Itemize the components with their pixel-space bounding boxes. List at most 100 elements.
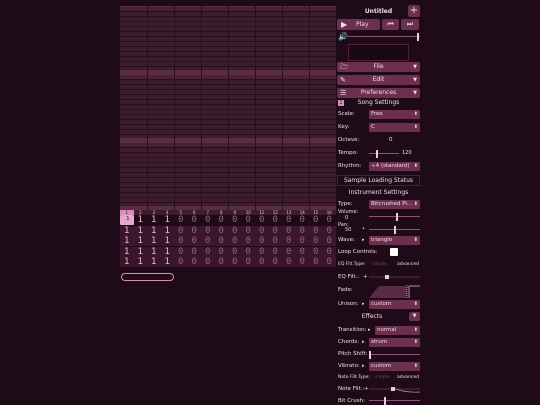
channel-row[interactable]: 1111000000000000 [120, 215, 336, 225]
pattern-cell[interactable]: 1 [147, 236, 161, 246]
loop-controls-checkbox[interactable] [390, 248, 398, 256]
pattern-cell[interactable]: 0 [323, 226, 337, 236]
edit-menu[interactable]: ✎ Edit ▼ [337, 75, 420, 85]
pattern-cell[interactable]: 1 [161, 226, 175, 236]
pattern-cell[interactable]: 0 [323, 236, 337, 246]
pattern-cell[interactable]: 1 [134, 257, 148, 267]
pattern-cell[interactable]: 0 [242, 257, 256, 267]
vibrato-select[interactable]: custom ⬍ [369, 362, 420, 371]
pattern-cell[interactable]: 0 [201, 226, 215, 236]
pattern-cell[interactable]: 1 [134, 236, 148, 246]
pattern-cell[interactable]: 0 [269, 247, 283, 257]
pattern-cell[interactable]: 0 [282, 226, 296, 236]
pattern-cell[interactable]: 0 [201, 215, 215, 225]
pattern-cell[interactable]: 0 [228, 226, 242, 236]
pattern-cell[interactable]: 0 [309, 257, 323, 267]
rhythm-select[interactable]: ÷4 (standard) ⬍ [369, 162, 420, 171]
pattern-cell[interactable]: 1 [134, 215, 148, 225]
pattern-cell[interactable]: 0 [188, 215, 202, 225]
pattern-cell[interactable]: 0 [323, 215, 337, 225]
pattern-cell[interactable]: 0 [282, 236, 296, 246]
unison-select[interactable]: custom ⬍ [369, 300, 420, 309]
pattern-cell[interactable]: 1 [120, 215, 134, 225]
note-filter-graph[interactable] [369, 385, 420, 394]
instrument-type-select[interactable]: Bitcrushed Pi... ⬍ [369, 200, 420, 209]
pattern-cell[interactable]: 0 [188, 257, 202, 267]
pattern-cell[interactable]: 0 [309, 215, 323, 225]
pattern-cell[interactable]: 1 [147, 257, 161, 267]
channel-row[interactable]: 1111000000000000 [120, 225, 337, 236]
song-text-box[interactable] [348, 44, 409, 61]
add-song-button[interactable]: + [408, 5, 420, 17]
pattern-cell[interactable]: 1 [134, 247, 148, 257]
pattern-cell[interactable]: 0 [323, 247, 337, 257]
channel-row[interactable]: 1111000000000000 [120, 257, 336, 267]
pattern-cell[interactable]: 0 [215, 247, 229, 257]
pattern-cell[interactable]: 0 [201, 247, 215, 257]
effects-dropdown-button[interactable]: ▼ [409, 312, 420, 321]
slider-thumb[interactable] [393, 226, 396, 234]
pattern-cell[interactable]: 1 [134, 226, 148, 236]
pattern-cell[interactable]: 1 [120, 257, 134, 267]
pattern-cell[interactable]: 0 [255, 215, 269, 225]
pattern-cell[interactable]: 0 [215, 257, 229, 267]
pattern-cell[interactable]: 0 [242, 236, 256, 246]
pattern-cell[interactable]: 0 [255, 247, 269, 257]
pattern-cell[interactable]: 0 [282, 247, 296, 257]
pattern-cell[interactable]: 0 [228, 215, 242, 225]
pattern-cell[interactable]: 1 [161, 236, 175, 246]
pattern-cell[interactable]: 1 [161, 247, 175, 257]
note-advanced-option[interactable]: advanced [397, 374, 419, 382]
pattern-cell[interactable]: 1 [161, 215, 175, 225]
pattern-cell[interactable]: 0 [228, 247, 242, 257]
pattern-cell[interactable]: 0 [269, 215, 283, 225]
preferences-menu[interactable]: ☰ Preferences ▼ [337, 88, 420, 98]
pattern-cell[interactable]: 0 [242, 215, 256, 225]
next-bar-button[interactable]: ⏭ [401, 19, 419, 30]
eq-filter-graph[interactable] [369, 272, 420, 282]
transition-select[interactable]: normal ⬍ [375, 326, 420, 335]
pattern-scrollbar[interactable] [121, 273, 174, 281]
pattern-cell[interactable]: 0 [282, 257, 296, 267]
pattern-cell[interactable]: 0 [201, 236, 215, 246]
volume-slider[interactable] [369, 212, 420, 221]
pattern-cell[interactable]: 0 [269, 257, 283, 267]
chords-select[interactable]: strum ⬍ [369, 338, 420, 347]
slider-thumb[interactable] [383, 397, 386, 405]
bit-crush-slider[interactable] [369, 396, 420, 405]
pattern-cell[interactable]: 0 [174, 236, 188, 246]
pattern-cell[interactable]: 1 [147, 247, 161, 257]
pattern-cell[interactable]: 0 [174, 226, 188, 236]
pattern-cell[interactable]: 0 [255, 226, 269, 236]
pan-slider[interactable] [369, 225, 420, 234]
pattern-cell[interactable]: 0 [296, 215, 310, 225]
file-menu[interactable]: 🗁 File ▼ [337, 62, 420, 72]
eq-add-button[interactable]: + [363, 273, 368, 281]
pattern-cell[interactable]: 0 [296, 226, 310, 236]
pattern-cell[interactable]: 0 [242, 247, 256, 257]
pattern-area[interactable]: 1 2 3 4 5 6 7 8 9 10 11 12 13 14 15 16 1111000000000000… [120, 210, 336, 274]
pitch-shift-slider[interactable] [369, 350, 420, 359]
pattern-cell[interactable]: 0 [242, 226, 256, 236]
eq-simple-option[interactable]: simple [372, 261, 387, 269]
eq-advanced-option[interactable]: advanced [397, 261, 419, 269]
pattern-cell[interactable]: 0 [255, 257, 269, 267]
pattern-cell[interactable]: 0 [174, 247, 188, 257]
pattern-cell[interactable]: 1 [161, 257, 175, 267]
pattern-cell[interactable]: 0 [228, 257, 242, 267]
pattern-cell[interactable]: 0 [188, 247, 202, 257]
pattern-cell[interactable]: 1 [147, 215, 161, 225]
pattern-cell[interactable]: 0 [215, 236, 229, 246]
pattern-cell[interactable]: 0 [296, 247, 310, 257]
tempo-slider[interactable] [369, 149, 399, 158]
channel-row[interactable]: 1111000000000000 [120, 236, 336, 246]
pattern-cell[interactable]: 0 [188, 236, 202, 246]
channel-row[interactable]: 1111000000000000 [120, 246, 337, 257]
pattern-cell[interactable]: 0 [309, 226, 323, 236]
pattern-cell[interactable]: 0 [228, 236, 242, 246]
previous-bar-button[interactable]: ⏮ [382, 19, 399, 30]
pattern-cell[interactable]: 0 [215, 226, 229, 236]
pattern-cell[interactable]: 1 [120, 226, 134, 236]
pattern-cell[interactable]: 0 [269, 236, 283, 246]
pattern-cell[interactable]: 0 [323, 257, 337, 267]
